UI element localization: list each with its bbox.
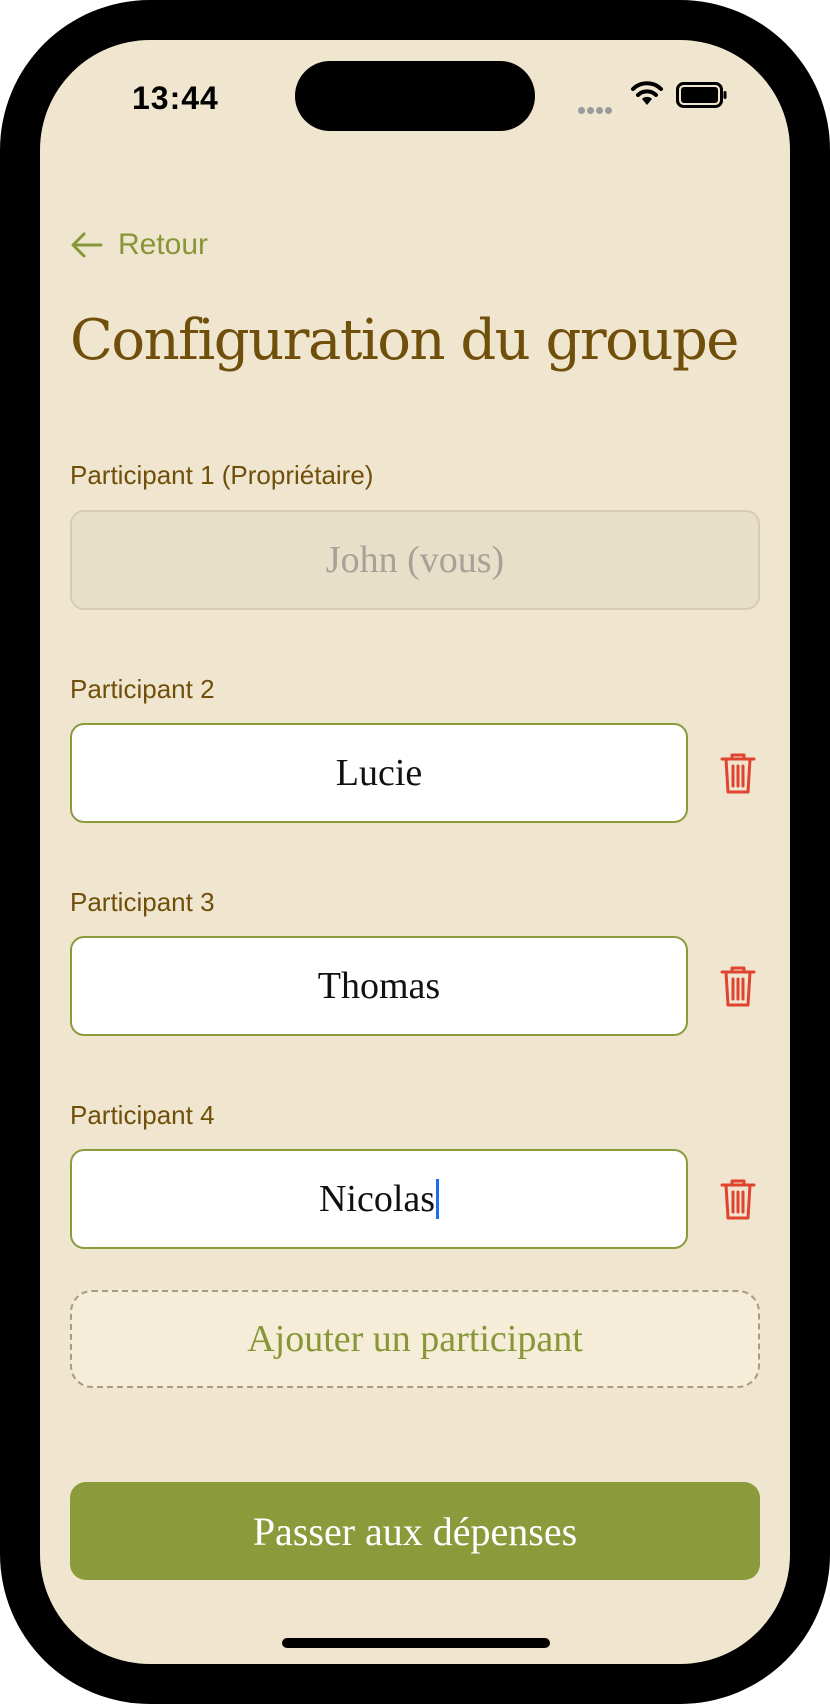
page-title: Configuration du groupe [70, 308, 739, 373]
participant-1-label: Participant 1 (Propriétaire) [70, 460, 374, 490]
participant-2-input[interactable]: Lucie [70, 723, 688, 823]
participant-4-label: Participant 4 [70, 1100, 215, 1130]
delete-participant-3-trash-icon[interactable] [718, 964, 758, 1008]
phone-frame: 13:44 Retour Configuration du groupe Par… [0, 0, 830, 1704]
add-participant-button[interactable]: Ajouter un participant [70, 1290, 760, 1388]
arrow-left-icon [71, 232, 103, 258]
participant-4-input[interactable]: Nicolas [70, 1149, 688, 1249]
status-time: 13:44 [132, 80, 219, 116]
participant-2-value: Lucie [335, 752, 423, 794]
delete-participant-4-trash-icon[interactable] [718, 1177, 758, 1221]
participant-4-value: Nicolas [318, 1178, 436, 1220]
next-to-expenses-button[interactable]: Passer aux dépenses [70, 1482, 760, 1580]
back-button[interactable]: Retour [70, 228, 208, 262]
participant-1-field: John (vous) [70, 510, 760, 610]
participant-3-input[interactable]: Thomas [70, 936, 688, 1036]
participant-1-value: John (vous) [325, 539, 505, 581]
cellular-signal-icon [578, 101, 618, 114]
participant-3-label: Participant 3 [70, 887, 215, 917]
app-screen: 13:44 Retour Configuration du groupe Par… [40, 40, 790, 1664]
dynamic-island [295, 61, 535, 131]
back-label: Retour [118, 228, 209, 261]
wifi-icon [631, 81, 663, 105]
home-indicator[interactable] [282, 1638, 550, 1648]
participant-2-label: Participant 2 [70, 674, 215, 704]
participant-3-value: Thomas [317, 965, 441, 1007]
text-caret [436, 1179, 440, 1219]
battery-icon [676, 82, 727, 108]
delete-participant-2-trash-icon[interactable] [718, 751, 758, 795]
